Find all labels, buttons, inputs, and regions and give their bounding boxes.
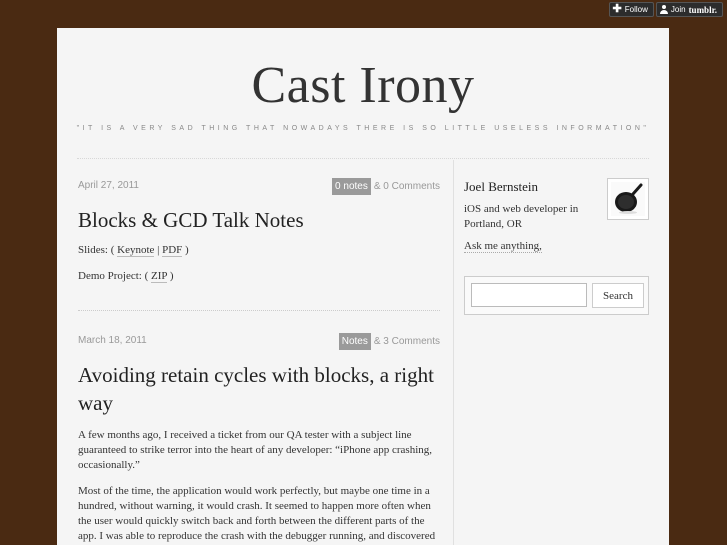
slides-close: ) <box>185 244 189 256</box>
post: March 18, 2011 Notes & 3 Comments Avoidi… <box>78 333 440 544</box>
comments-link[interactable]: & 3 Comments <box>374 336 440 347</box>
demo-line: Demo Project: ( ZIP ) <box>78 269 440 284</box>
avatar[interactable] <box>607 178 649 220</box>
post-paragraph: A few months ago, I received a ticket fr… <box>78 429 433 471</box>
post-meta: April 27, 2011 0 notes & 0 Comments <box>78 178 440 198</box>
header-divider <box>77 158 649 159</box>
blog-tagline: "IT IS A VERY SAD THING THAT NOWADAYS TH… <box>76 125 650 132</box>
post-meta: March 18, 2011 Notes & 3 Comments <box>78 333 440 353</box>
post: April 27, 2011 0 notes & 0 Comments Bloc… <box>78 178 440 311</box>
demo-close: ) <box>169 270 174 282</box>
notes-badge[interactable]: Notes <box>338 333 371 350</box>
sidebar-divider <box>453 160 454 545</box>
follow-button[interactable]: ✚ Follow <box>608 2 654 17</box>
join-tumblr-button[interactable]: Join tumblr. <box>655 2 723 17</box>
skillet-graphic <box>615 183 643 214</box>
search-button[interactable]: Search <box>592 283 644 308</box>
post-divider <box>78 310 440 311</box>
follow-label: Follow <box>624 5 648 14</box>
tumblr-controls: ✚ Follow Join tumblr. <box>608 2 723 17</box>
slides-line: Slides: ( Keynote | PDF ) <box>78 243 440 258</box>
ask-me-anything-link[interactable]: Ask me anything, <box>464 240 542 253</box>
post-date[interactable]: April 27, 2011 <box>78 180 139 191</box>
post-paragraph: Most of the time, the application would … <box>78 485 436 542</box>
posts-column: April 27, 2011 0 notes & 0 Comments Bloc… <box>78 178 440 544</box>
blog-page: Cast Irony "IT IS A VERY SAD THING THAT … <box>57 28 669 545</box>
user-icon <box>659 5 668 14</box>
search-form: Search <box>464 276 649 315</box>
post-date[interactable]: March 18, 2011 <box>78 335 147 346</box>
plus-icon: ✚ <box>612 3 622 15</box>
author-name: Joel Bernstein <box>464 179 539 194</box>
post-title[interactable]: Avoiding retain cycles with blocks, a ri… <box>78 361 440 417</box>
search-input[interactable] <box>471 283 587 307</box>
comments-link[interactable]: & 0 Comments <box>374 181 440 192</box>
cast-iron-skillet-icon <box>611 182 645 216</box>
keynote-link[interactable]: Keynote <box>117 244 155 257</box>
zip-link[interactable]: ZIP <box>151 270 168 283</box>
demo-label: Demo Project: ( <box>78 270 149 282</box>
blog-title[interactable]: Cast Irony <box>57 56 669 115</box>
tumblr-brand: tumblr. <box>688 4 717 15</box>
notes-badge[interactable]: 0 notes <box>332 178 371 195</box>
link-separator: | <box>157 244 160 256</box>
pdf-link[interactable]: PDF <box>162 244 183 257</box>
slides-label: Slides: ( <box>78 244 115 256</box>
author-description: iOS and web developer in Portland, OR <box>464 203 579 230</box>
post-title[interactable]: Blocks & GCD Talk Notes <box>78 206 440 234</box>
join-label: Join <box>670 5 686 14</box>
